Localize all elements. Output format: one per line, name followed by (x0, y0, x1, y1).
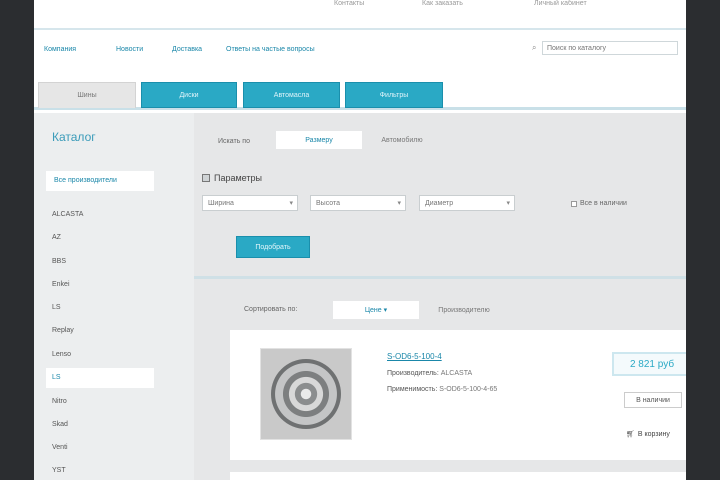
sidebar-brand-item-selected[interactable]: LS (46, 368, 154, 388)
search-by-label: Искать по (218, 138, 250, 145)
params-toggle-icon[interactable] (202, 174, 210, 182)
sidebar-all-brands[interactable]: Все производители (46, 171, 154, 191)
chevron-down-icon: ▾ (397, 200, 401, 207)
product-card: S-OD6-5-100-4 Производитель: ALCASTA При… (230, 330, 686, 460)
product-title-link[interactable]: S-OD6-5-100-4 (387, 352, 442, 361)
tab-motor-oils[interactable]: Автомасла (243, 82, 340, 108)
category-tabs: Шины Диски Автомасла Фильтры (34, 80, 686, 110)
product-applicability: Применимость: S-OD6-5-100-4-65 (387, 386, 498, 393)
sort-by-price-button[interactable]: Цене ▾ (333, 301, 419, 319)
sidebar-brand-item[interactable]: Skad (52, 421, 68, 428)
chevron-down-icon: ▾ (289, 200, 293, 207)
checkbox-icon[interactable] (571, 200, 577, 207)
sidebar-brand-item[interactable]: Nitro (52, 398, 67, 405)
in-stock-checkbox[interactable]: Все в наличии (571, 200, 627, 207)
add-to-cart-button[interactable]: 🛒︎ В корзину (626, 430, 670, 439)
main-nav: Компания Новости Доставка Ответы на част… (34, 38, 686, 62)
product-image[interactable] (260, 348, 352, 440)
sort-label: Сортировать по: (244, 306, 298, 313)
sidebar-brand-item[interactable]: ALCASTA (52, 211, 83, 218)
height-select[interactable]: Высота ▾ (310, 195, 406, 211)
browser-page: Контакты Как заказать Личный кабинет Ком… (34, 0, 686, 480)
top-bar: Контакты Как заказать Личный кабинет (34, 0, 686, 30)
sidebar-title: Каталог (52, 130, 96, 144)
section-divider (194, 276, 686, 279)
search-by-size-button[interactable]: Размеру (276, 131, 362, 149)
sort-by-manufacturer-button[interactable]: Производителю (422, 301, 506, 319)
apply-filter-button[interactable]: Подобрать (236, 236, 310, 258)
diameter-select[interactable]: Диаметр ▾ (419, 195, 515, 211)
nav-link-news[interactable]: Новости (116, 46, 143, 53)
params-header: Параметры (202, 173, 262, 183)
top-link-how-to-order[interactable]: Как заказать (422, 0, 463, 7)
search-box: ⌕ (532, 41, 678, 55)
nav-link-faq[interactable]: Ответы на частые вопросы (226, 46, 315, 53)
sidebar-brand-item[interactable]: YST (52, 467, 66, 474)
sidebar-brand-item[interactable]: Enkei (52, 281, 70, 288)
params-title: Параметры (214, 173, 262, 183)
top-link-account[interactable]: Личный кабинет (534, 0, 587, 7)
search-icon[interactable]: ⌕ (532, 43, 536, 53)
wheel-image (271, 359, 341, 429)
width-select[interactable]: Ширина ▾ (202, 195, 298, 211)
sidebar-brand-item[interactable]: Lenso (52, 351, 71, 358)
sidebar-brand-item[interactable]: BBS (52, 258, 66, 265)
search-input[interactable] (543, 42, 677, 54)
tab-filters[interactable]: Фильтры (345, 82, 443, 108)
tab-tires[interactable]: Шины (38, 82, 136, 108)
catalog-sidebar: Каталог Все производители ALCASTA AZ BBS… (34, 113, 194, 480)
product-price: 2 821 руб (612, 352, 686, 376)
chevron-down-icon: ▾ (506, 200, 510, 207)
sidebar-brand-item[interactable]: Venti (52, 444, 68, 451)
cart-icon: 🛒︎ (626, 431, 635, 438)
search-by-car-button[interactable]: Автомобилю (366, 131, 438, 149)
sidebar-brand-item[interactable]: AZ (52, 234, 61, 241)
tab-wheels[interactable]: Диски (141, 82, 237, 108)
nav-link-delivery[interactable]: Доставка (172, 46, 202, 53)
top-link-contacts[interactable]: Контакты (334, 0, 364, 7)
product-card-next (230, 472, 686, 480)
sidebar-brand-item[interactable]: Replay (52, 327, 74, 334)
stock-status: В наличии (624, 392, 682, 408)
nav-link-company[interactable]: Компания (44, 46, 76, 53)
product-manufacturer: Производитель: ALCASTA (387, 370, 473, 377)
sidebar-brand-item[interactable]: LS (52, 304, 61, 311)
